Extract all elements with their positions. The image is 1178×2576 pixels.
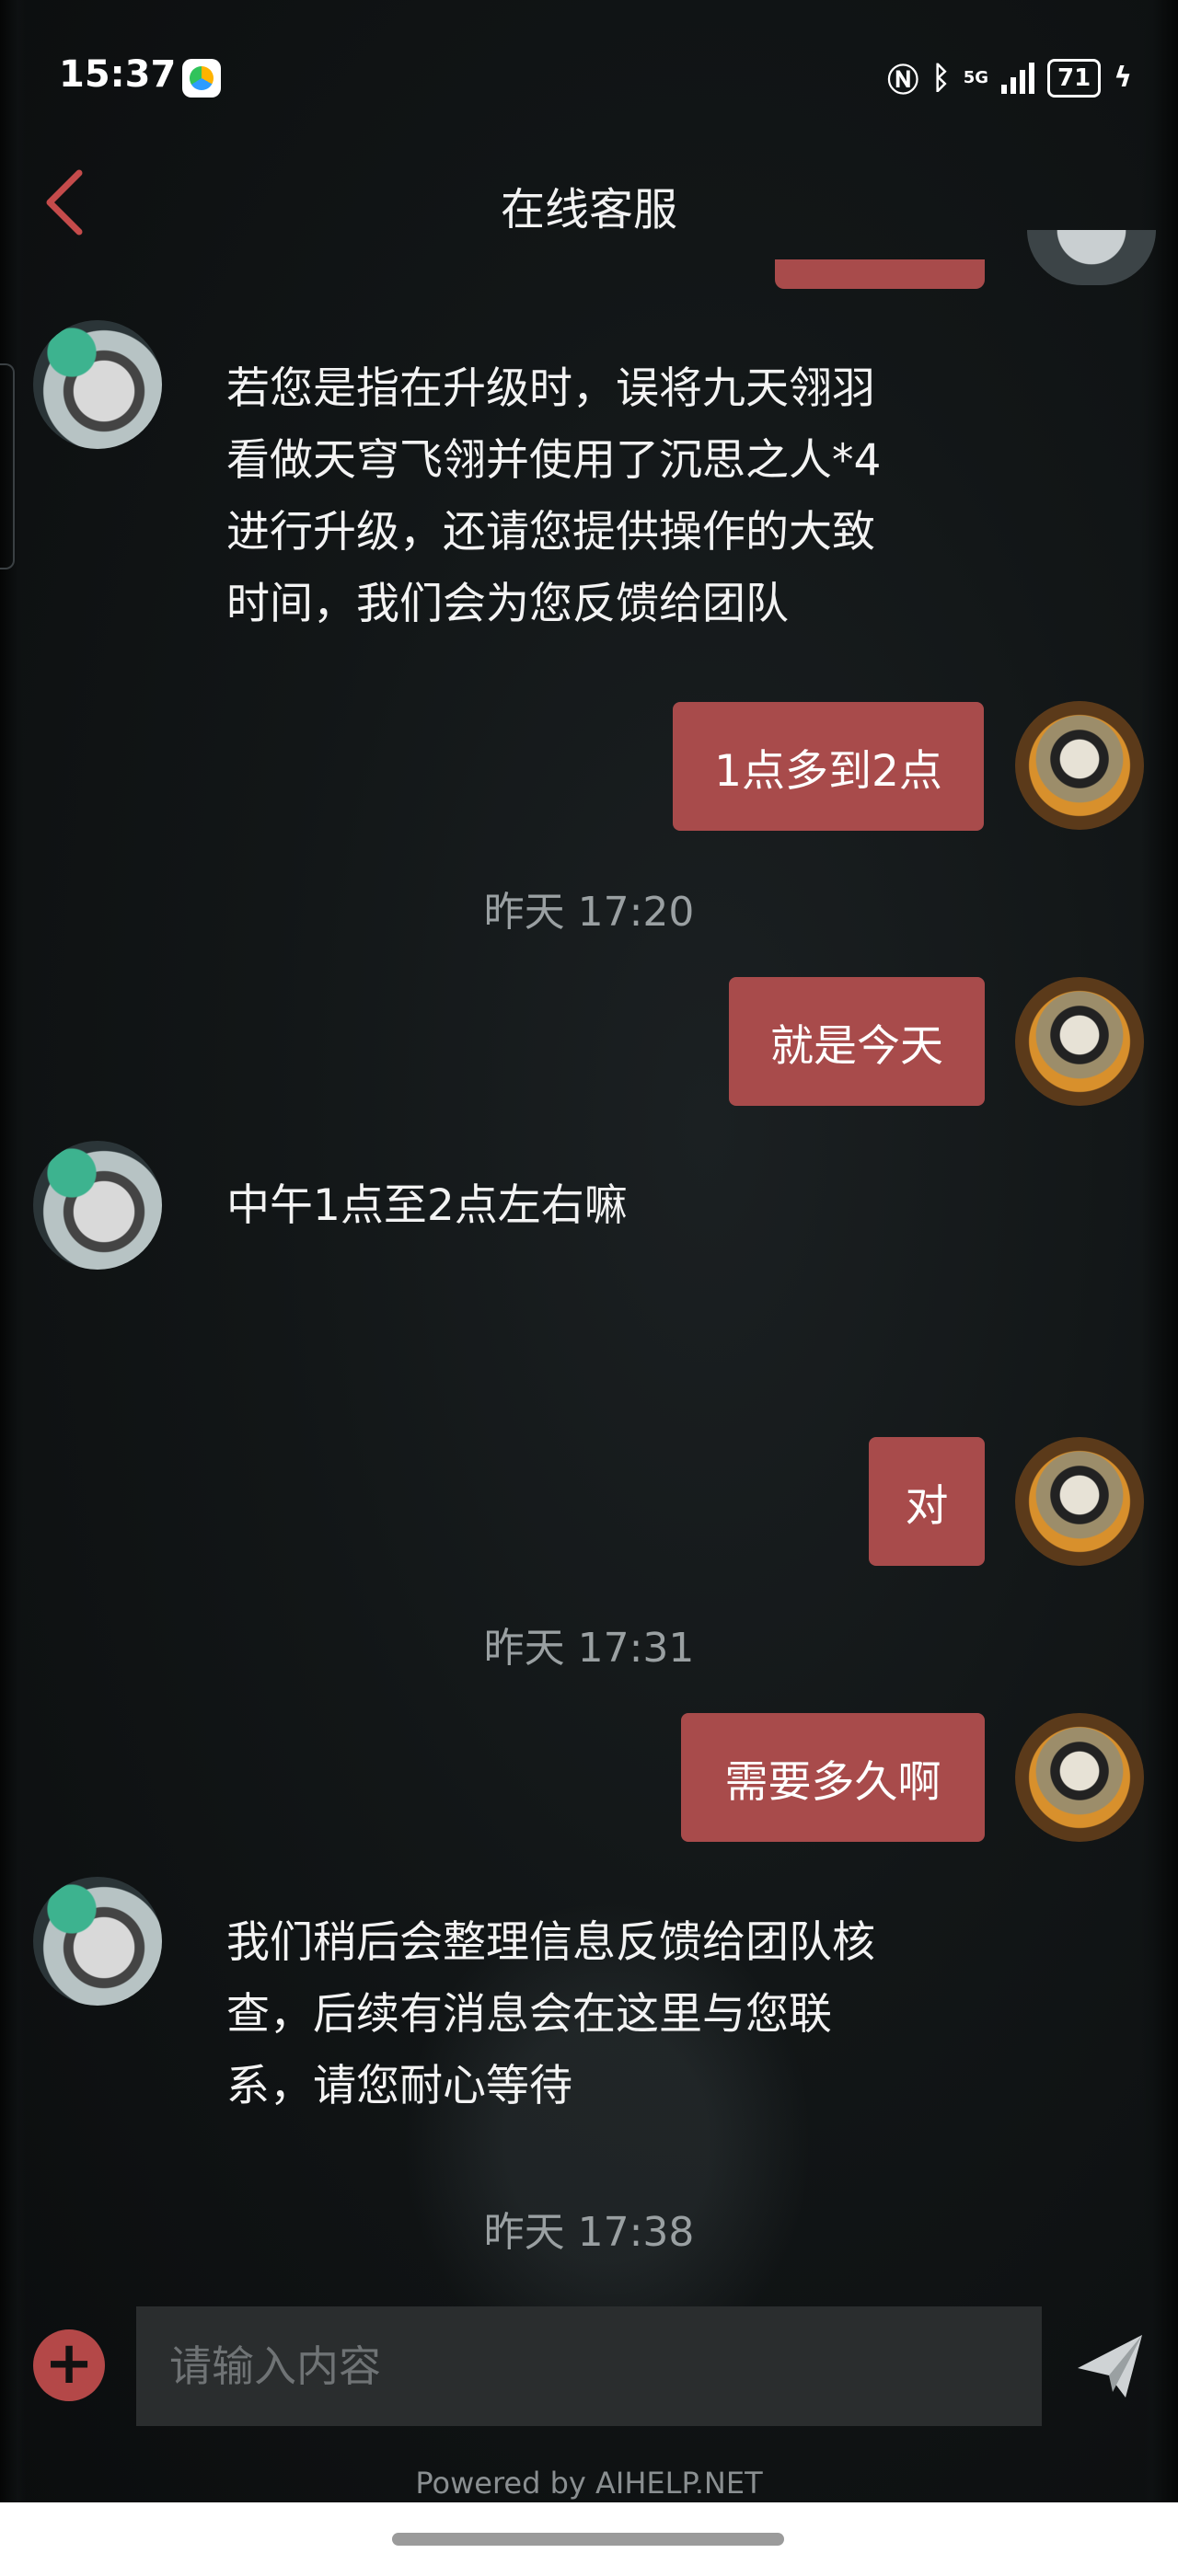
message-line: 系，请您耐心等待 xyxy=(226,2061,572,2111)
message-line: 时间，我们会为您反馈给团队 xyxy=(226,579,789,629)
user-message-bubble[interactable]: 就是今天 xyxy=(729,977,985,1106)
agent-avatar[interactable] xyxy=(33,320,162,449)
powered-by: Powered by AIHELP.NET xyxy=(415,2466,763,2501)
message-text: 1点多到2点 xyxy=(714,745,942,797)
timestamp: 昨天 17:38 xyxy=(483,2209,695,2256)
message-line: 中午1点至2点左右嘛 xyxy=(226,1180,628,1231)
timestamp: 昨天 17:20 xyxy=(483,889,695,936)
timestamp: 昨天 17:31 xyxy=(483,1625,695,1672)
message-input[interactable] xyxy=(136,2306,1042,2426)
battery-icon: 71 xyxy=(1047,58,1102,98)
attach-button[interactable]: + xyxy=(33,2329,105,2401)
battery-level: 71 xyxy=(1057,63,1091,92)
user-avatar[interactable] xyxy=(1015,1437,1144,1566)
message-text: 需要多久啊 xyxy=(724,1756,941,1808)
network-type: 5G xyxy=(963,67,989,87)
agent-message[interactable]: 若您是指在升级时，误将九天翎羽 看做天穹飞翎并使用了沉思之人*4 进行升级，还请… xyxy=(226,353,881,640)
bluetooth-icon: ᛒ xyxy=(931,59,951,97)
user-avatar[interactable] xyxy=(1015,701,1144,830)
user-message-bubble[interactable]: 对 xyxy=(869,1437,985,1566)
chat-screen: 15:37 Ⓝ ᛒ 5G 71 ϟ 在线客服 若您是指在升级时，误将九天翎羽 看… xyxy=(0,0,1178,2502)
plus-icon: + xyxy=(44,2329,94,2398)
status-bar: 15:37 Ⓝ ᛒ 5G 71 ϟ xyxy=(0,0,1178,156)
message-line: 若您是指在升级时，误将九天翎羽 xyxy=(226,363,875,414)
agent-avatar[interactable] xyxy=(33,1141,162,1270)
user-message-bubble[interactable]: 需要多久啊 xyxy=(681,1713,985,1842)
message-line: 看做天穹飞翎并使用了沉思之人*4 xyxy=(226,435,882,486)
agent-message[interactable]: 我们稍后会整理信息反馈给团队核 查，后续有消息会在这里与您联 系，请您耐心等待 xyxy=(226,1907,875,2122)
user-message-bubble[interactable]: 1点多到2点 xyxy=(673,702,984,831)
status-time: 15:37 xyxy=(59,53,177,96)
system-icons: Ⓝ ᛒ 5G 71 ϟ xyxy=(887,55,1132,100)
previous-avatar xyxy=(1027,230,1156,285)
nfc-icon: Ⓝ xyxy=(887,63,919,99)
message-text: 就是今天 xyxy=(770,1020,943,1072)
app-icon xyxy=(182,59,221,98)
user-avatar[interactable] xyxy=(1015,1713,1144,1842)
message-line: 查，后续有消息会在这里与您联 xyxy=(226,1989,832,2040)
side-drawer-handle[interactable] xyxy=(0,363,15,569)
home-indicator[interactable] xyxy=(392,2533,784,2546)
user-avatar[interactable] xyxy=(1015,977,1144,1106)
send-button[interactable] xyxy=(1072,2328,1148,2403)
agent-avatar[interactable] xyxy=(33,1877,162,2006)
charging-icon: ϟ xyxy=(1114,62,1132,94)
message-text: 对 xyxy=(905,1480,949,1532)
agent-message[interactable]: 中午1点至2点左右嘛 xyxy=(226,1170,628,1242)
previous-user-bubble xyxy=(775,259,985,289)
right-edge-decoration xyxy=(1141,0,1178,2502)
signal-icon xyxy=(1001,62,1035,94)
send-icon xyxy=(1078,2335,1142,2398)
message-line: 我们稍后会整理信息反馈给团队核 xyxy=(226,1917,875,1968)
page-title: 在线客服 xyxy=(500,184,677,236)
message-line: 进行升级，还请您提供操作的大致 xyxy=(226,507,875,558)
